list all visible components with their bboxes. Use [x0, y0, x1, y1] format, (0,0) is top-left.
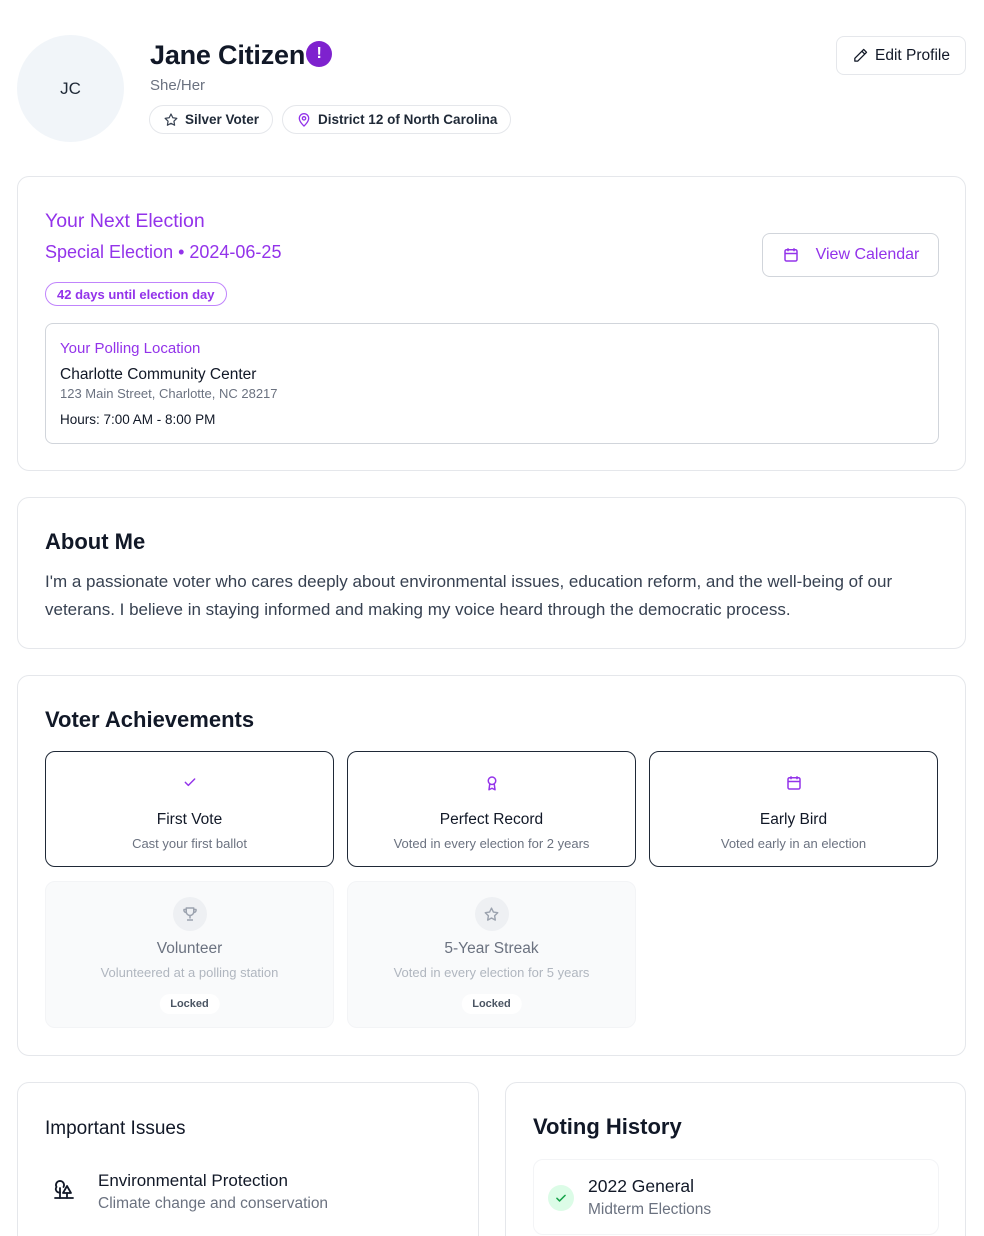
trophy-icon [172, 897, 207, 931]
pencil-icon [854, 48, 868, 62]
badge-district: District 12 of North Carolina [282, 105, 512, 134]
achievement-name: Perfect Record [439, 811, 544, 828]
history-item-name: 2022 General [588, 1176, 695, 1196]
achievement-desc: Voted in every election for 2 years [393, 836, 590, 851]
profile-badges: Silver Voter District 12 of North Caroli… [149, 105, 512, 134]
achievement-perfect-record: Perfect Record Voted in every election f… [347, 751, 636, 867]
achievement-first-vote: First Vote Cast your first ballot [45, 751, 334, 867]
achievement-name: Volunteer [156, 940, 223, 957]
polling-location-name: Charlotte Community Center [60, 366, 257, 383]
badge-voter-level-label: Silver Voter [185, 112, 260, 127]
award-icon [487, 776, 496, 791]
badge-district-label: District 12 of North Carolina [318, 112, 498, 127]
view-calendar-label: View Calendar [815, 246, 920, 263]
issue-name: Environmental Protection [98, 1171, 288, 1190]
voting-history-title: Voting History [533, 1114, 682, 1139]
polling-location-label: Your Polling Location [60, 340, 201, 357]
map-pin-icon [298, 112, 310, 127]
edit-profile-label: Edit Profile [875, 46, 950, 64]
next-election-card: Your Next Election Special Election • 20… [17, 176, 966, 471]
issue-desc: Climate change and conservation [98, 1195, 329, 1212]
star-icon [474, 897, 509, 931]
about-me-title: About Me [45, 529, 146, 554]
achievement-early-bird: Early Bird Voted early in an election [649, 751, 938, 867]
check-icon [548, 1185, 574, 1211]
history-item[interactable]: 2022 General Midterm Elections [533, 1159, 939, 1235]
profile-name: Jane Citizen [150, 40, 306, 70]
important-issues-card: Important Issues Environmental Protectio… [17, 1082, 479, 1236]
important-issues-title: Important Issues [45, 1118, 186, 1139]
next-election-title: Your Next Election [45, 210, 205, 232]
achievement-desc: Voted in every election for 5 years [393, 965, 590, 980]
locked-badge: Locked [159, 994, 220, 1014]
history-item-subtitle: Midterm Elections [588, 1201, 712, 1218]
profile-name-row: Jane Citizen ! [150, 40, 333, 71]
verified-badge-icon: ! [306, 40, 333, 67]
achievements-card: Voter Achievements First Vote Cast your … [17, 675, 966, 1056]
polling-location-box: Your Polling Location Charlotte Communit… [45, 323, 939, 444]
next-election-subtitle: Special Election • 2024-06-25 [45, 242, 282, 262]
achievement-five-year-streak: 5-Year Streak Voted in every election fo… [347, 881, 636, 1028]
achievement-name: 5-Year Streak [444, 940, 539, 957]
achievement-desc: Cast your first ballot [132, 836, 247, 851]
achievement-volunteer: Volunteer Volunteered at a polling stati… [45, 881, 334, 1028]
badge-voter-level: Silver Voter [149, 105, 274, 134]
voting-history-card: Voting History 2022 General Midterm Elec… [505, 1082, 966, 1236]
avatar-initials: JC [60, 78, 81, 98]
view-calendar-button[interactable]: View Calendar [762, 233, 939, 277]
achievements-title: Voter Achievements [45, 707, 255, 732]
about-me-text: I'm a passionate voter who cares deeply … [45, 572, 893, 619]
star-icon [164, 112, 178, 126]
check-icon [184, 778, 195, 787]
polling-location-hours: Hours: 7:00 AM - 8:00 PM [60, 412, 216, 427]
achievement-name: First Vote [156, 811, 223, 828]
trees-icon [54, 1180, 74, 1199]
polling-location-address: 123 Main Street, Charlotte, NC 28217 [60, 386, 278, 401]
calendar-icon [786, 776, 801, 790]
achievement-desc: Voted early in an election [720, 836, 867, 851]
locked-badge: Locked [461, 994, 522, 1014]
avatar: JC [17, 35, 124, 142]
achievement-desc: Volunteered at a polling station [100, 965, 279, 980]
about-me-card: About Me I'm a passionate voter who care… [17, 497, 966, 649]
edit-profile-button[interactable]: Edit Profile [836, 36, 966, 75]
election-countdown-badge: 42 days until election day [45, 282, 227, 306]
achievement-name: Early Bird [759, 811, 828, 828]
calendar-icon [783, 248, 798, 262]
pronouns: She/Her [150, 77, 206, 94]
